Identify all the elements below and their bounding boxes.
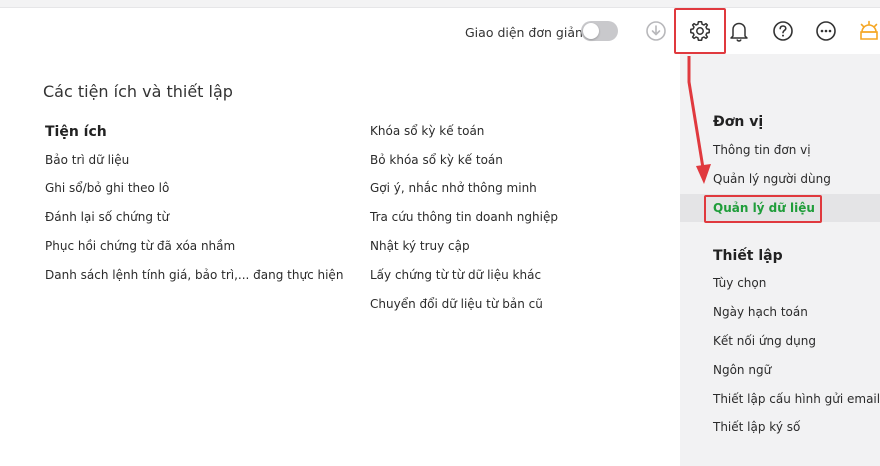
utility-link-lock-period[interactable]: Khóa sổ kỳ kế toán (370, 124, 484, 138)
sidebar-item-email-config[interactable]: Thiết lập cấu hình gửi email (713, 392, 880, 406)
theme-icon[interactable] (855, 17, 880, 45)
sidebar-heading-unit: Đơn vị (713, 114, 764, 130)
sidebar-item-digital-signature[interactable]: Thiết lập ký số (713, 420, 800, 434)
utility-link-import-vouchers[interactable]: Lấy chứng từ từ dữ liệu khác (370, 268, 541, 282)
utility-link-renumber-vouchers[interactable]: Đánh lại số chứng từ (45, 210, 169, 224)
settings-sidebar: Đơn vị Thông tin đơn vị Quản lý người dù… (680, 54, 880, 466)
data-management-highlight-box (704, 195, 822, 223)
utility-link-data-maintenance[interactable]: Bảo trì dữ liệu (45, 153, 129, 167)
utility-link-access-log[interactable]: Nhật ký truy cập (370, 239, 470, 253)
sidebar-item-language[interactable]: Ngôn ngữ (713, 363, 771, 377)
bell-icon[interactable] (725, 17, 753, 45)
utility-link-business-lookup[interactable]: Tra cứu thông tin doanh nghiệp (370, 210, 558, 224)
section-title-utilities: Tiện ích (45, 124, 107, 140)
utility-link-smart-suggestions[interactable]: Gợi ý, nhắc nhở thông minh (370, 181, 537, 195)
utility-link-unlock-period[interactable]: Bỏ khóa sổ kỳ kế toán (370, 153, 503, 167)
sidebar-item-user-management[interactable]: Quản lý người dùng (713, 172, 831, 186)
sidebar-item-posting-date[interactable]: Ngày hạch toán (713, 305, 808, 319)
sidebar-heading-settings: Thiết lập (713, 248, 783, 264)
sidebar-item-app-connections[interactable]: Kết nối ứng dụng (713, 334, 816, 348)
utility-link-running-jobs[interactable]: Danh sách lệnh tính giá, bảo trì,... đan… (45, 268, 343, 282)
page-title: Các tiện ích và thiết lập (43, 82, 233, 101)
download-icon[interactable] (642, 17, 670, 45)
top-strip (0, 0, 880, 8)
sidebar-item-unit-info[interactable]: Thông tin đơn vị (713, 143, 811, 157)
simple-ui-toggle[interactable] (581, 21, 618, 41)
gear-highlight-box (674, 8, 726, 54)
toggle-knob (583, 23, 599, 39)
help-icon[interactable] (769, 17, 797, 45)
more-icon[interactable] (812, 17, 840, 45)
sidebar-item-options[interactable]: Tùy chọn (713, 276, 766, 290)
simple-ui-label: Giao diện đơn giản (465, 25, 583, 40)
toolbar: Giao diện đơn giản (0, 8, 880, 54)
utility-link-restore-deleted[interactable]: Phục hồi chứng từ đã xóa nhầm (45, 239, 235, 253)
utility-link-batch-posting[interactable]: Ghi sổ/bỏ ghi theo lô (45, 181, 169, 195)
utility-link-convert-old-data[interactable]: Chuyển đổi dữ liệu từ bản cũ (370, 297, 543, 311)
